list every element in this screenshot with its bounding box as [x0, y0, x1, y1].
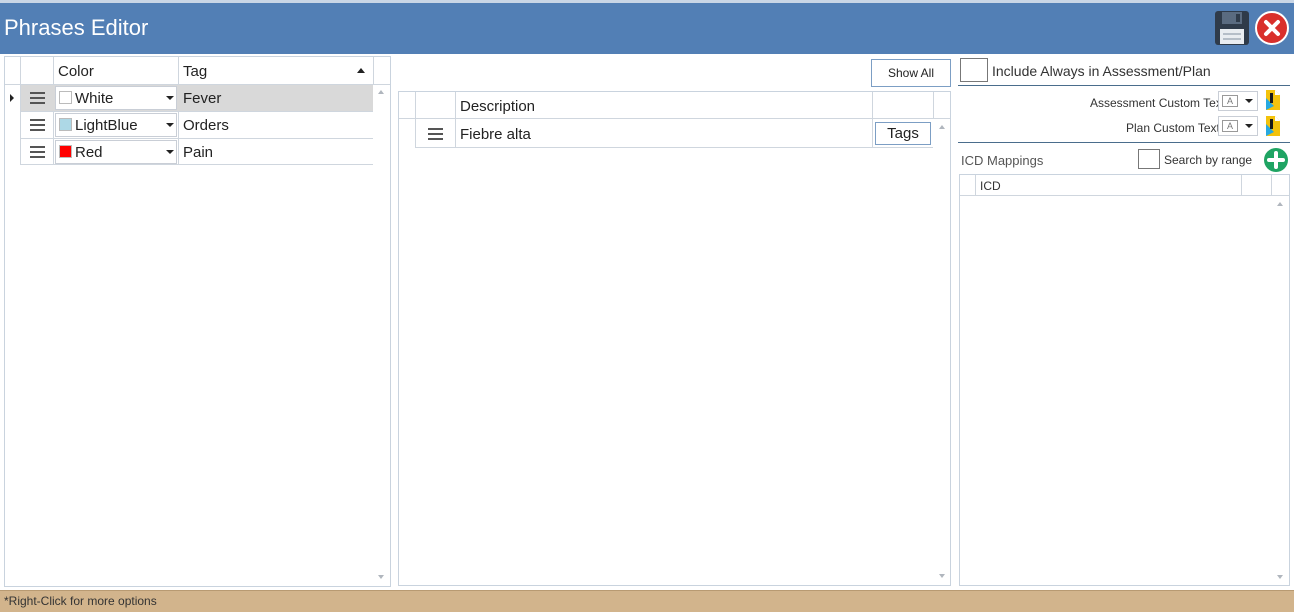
- color-value: White: [75, 90, 113, 107]
- scroll-up-icon[interactable]: [939, 125, 945, 129]
- column-header-tag[interactable]: Tag: [183, 63, 207, 80]
- document-edit-icon[interactable]: [1264, 115, 1282, 142]
- include-always-checkbox[interactable]: [960, 58, 988, 82]
- description-value[interactable]: Fiebre alta: [460, 126, 531, 143]
- status-text: *Right-Click for more options: [4, 594, 157, 608]
- tag-value: Pain: [183, 144, 213, 161]
- scroll-down-icon[interactable]: [939, 574, 945, 578]
- drag-handle-icon[interactable]: [428, 128, 443, 140]
- color-value: LightBlue: [75, 117, 138, 134]
- drag-handle-icon[interactable]: [30, 146, 45, 158]
- assessment-custom-text-label: Assessment Custom Text:: [1090, 96, 1229, 110]
- row-indicator-icon: [10, 94, 14, 102]
- column-header-icd[interactable]: ICD: [980, 179, 1001, 193]
- color-swatch: [59, 118, 72, 131]
- status-bar: [0, 590, 1294, 612]
- color-combo[interactable]: [55, 140, 177, 164]
- color-combo[interactable]: [55, 86, 177, 110]
- tag-value: Fever: [183, 90, 221, 107]
- tags-button[interactable]: Tags: [875, 122, 931, 145]
- sort-ascending-icon: [357, 68, 365, 73]
- chevron-down-icon[interactable]: [166, 123, 174, 127]
- drag-handle-icon[interactable]: [30, 119, 45, 131]
- plan-custom-text-label: Plan Custom Text:: [1126, 121, 1223, 135]
- scroll-down-icon[interactable]: [1277, 575, 1283, 579]
- show-all-button[interactable]: Show All: [871, 59, 951, 87]
- drag-handle-icon[interactable]: [30, 92, 45, 104]
- chevron-down-icon[interactable]: [1245, 124, 1253, 128]
- phrases-panel: [398, 91, 951, 586]
- floppy-disk-icon[interactable]: [1214, 10, 1250, 46]
- tag-value: Orders: [183, 117, 229, 134]
- chevron-down-icon[interactable]: [166, 150, 174, 154]
- text-style-icon: A: [1222, 95, 1238, 107]
- color-swatch: [59, 145, 72, 158]
- chevron-down-icon[interactable]: [1245, 99, 1253, 103]
- window-title: Phrases Editor: [4, 15, 148, 41]
- chevron-down-icon[interactable]: [166, 96, 174, 100]
- title-bar: [0, 0, 1294, 54]
- column-header-color[interactable]: Color: [58, 63, 94, 80]
- color-swatch: [59, 91, 72, 104]
- scroll-down-icon[interactable]: [378, 575, 384, 579]
- scroll-up-icon[interactable]: [378, 90, 384, 94]
- color-value: Red: [75, 144, 103, 161]
- column-header-description[interactable]: Description: [460, 98, 535, 115]
- search-by-range-checkbox[interactable]: [1138, 149, 1160, 169]
- text-style-icon: A: [1222, 120, 1238, 132]
- include-always-label: Include Always in Assessment/Plan: [992, 63, 1211, 79]
- icd-mappings-label: ICD Mappings: [961, 153, 1043, 168]
- search-by-range-label: Search by range: [1164, 153, 1252, 167]
- icd-grid: [959, 174, 1290, 586]
- scroll-up-icon[interactable]: [1277, 202, 1283, 206]
- close-icon[interactable]: [1255, 11, 1289, 45]
- document-edit-icon[interactable]: [1264, 89, 1282, 116]
